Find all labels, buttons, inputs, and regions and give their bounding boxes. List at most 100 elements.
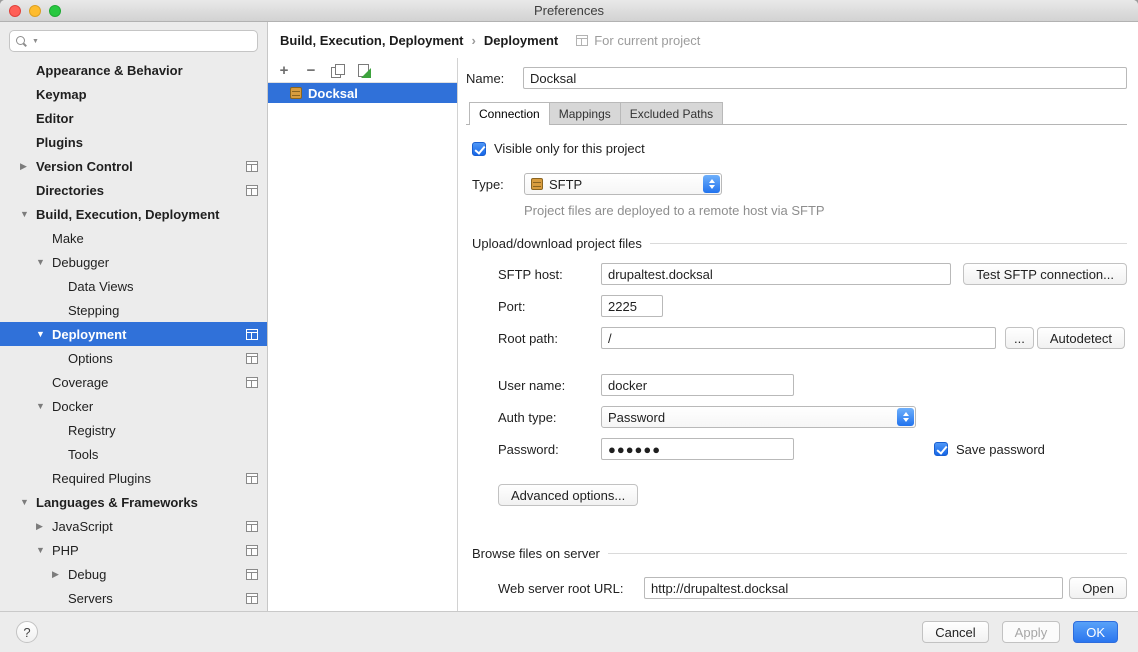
sidebar-item-coverage[interactable]: Coverage [0, 370, 267, 394]
sidebar-item-tools[interactable]: Tools [0, 442, 267, 466]
add-icon[interactable]: + [276, 62, 292, 78]
port-input[interactable] [601, 295, 663, 317]
password-label: Password: [498, 442, 601, 457]
sidebar-item-docker[interactable]: ▼Docker [0, 394, 267, 418]
sidebar-item-options[interactable]: Options [0, 346, 267, 370]
sidebar-item-label: Registry [68, 423, 258, 438]
tab-connection[interactable]: Connection [469, 102, 550, 124]
close-button[interactable] [9, 5, 21, 17]
sidebar-item-php[interactable]: ▼PHP [0, 538, 267, 562]
remove-icon[interactable]: − [303, 62, 319, 78]
browse-section-header: Browse files on server [472, 546, 1127, 561]
open-button[interactable]: Open [1069, 577, 1127, 599]
traffic-lights [9, 5, 61, 17]
search-menu-chevron-icon[interactable]: ▼ [32, 38, 39, 45]
breadcrumb-segment[interactable]: Deployment [484, 33, 558, 48]
breadcrumb-header: Build, Execution, Deployment›Deployment … [268, 22, 1138, 58]
type-dropdown[interactable]: SFTP [524, 173, 722, 195]
sidebar-item-make[interactable]: Make [0, 226, 267, 250]
web-root-label: Web server root URL: [498, 581, 644, 596]
server-icon [290, 87, 302, 99]
minimize-button[interactable] [29, 5, 41, 17]
type-hint: Project files are deployed to a remote h… [524, 203, 1127, 218]
search-input[interactable]: ▼ [9, 30, 258, 52]
upload-section-label: Upload/download project files [472, 236, 642, 251]
current-project-icon [246, 185, 258, 196]
chevron-right-icon[interactable]: ▶ [20, 161, 36, 172]
cancel-button[interactable]: Cancel [922, 621, 988, 643]
chevron-right-icon[interactable]: ▶ [36, 521, 52, 532]
sidebar-item-servers[interactable]: Servers [0, 586, 267, 610]
browse-root-button[interactable]: ... [1005, 327, 1034, 349]
help-button[interactable]: ? [16, 621, 38, 643]
titlebar: Preferences [0, 0, 1138, 22]
connection-tab-panel: Visible only for this project Type: SFTP… [466, 125, 1127, 599]
chevron-down-icon[interactable]: ▼ [20, 209, 36, 219]
sftp-host-input[interactable] [601, 263, 951, 285]
chevron-down-icon[interactable]: ▼ [20, 497, 36, 507]
sidebar-item-label: Data Views [68, 279, 258, 294]
chevron-right-icon[interactable]: ▶ [52, 569, 68, 580]
section-divider [608, 553, 1127, 554]
zoom-button[interactable] [49, 5, 61, 17]
breadcrumb: Build, Execution, Deployment›Deployment [280, 33, 558, 48]
sidebar-item-label: Docker [52, 399, 258, 414]
list-item-docksal[interactable]: Docksal [268, 83, 457, 103]
sidebar-item-label: Build, Execution, Deployment [36, 207, 258, 222]
copy-icon[interactable] [330, 63, 345, 78]
auth-type-dropdown[interactable]: Password [601, 406, 916, 428]
chevron-down-icon[interactable]: ▼ [36, 329, 52, 339]
sidebar-item-required-plugins[interactable]: Required Plugins [0, 466, 267, 490]
sidebar-item-data-views[interactable]: Data Views [0, 274, 267, 298]
root-path-input[interactable] [601, 327, 996, 349]
test-sftp-connection-button[interactable]: Test SFTP connection... [963, 263, 1127, 285]
breadcrumb-segment[interactable]: Build, Execution, Deployment [280, 33, 463, 48]
chevron-down-icon[interactable]: ▼ [36, 257, 52, 267]
sidebar-item-label: Languages & Frameworks [36, 495, 258, 510]
chevron-down-icon[interactable]: ▼ [36, 545, 52, 555]
sidebar-item-label: Debugger [52, 255, 258, 270]
name-input[interactable] [523, 67, 1127, 89]
sidebar-item-label: Coverage [52, 375, 246, 390]
sidebar-item-label: Tools [68, 447, 258, 462]
sidebar-item-appearance-behavior[interactable]: Appearance & Behavior [0, 58, 267, 82]
list-toolbar: +− [268, 58, 457, 83]
sidebar-item-deployment[interactable]: ▼Deployment [0, 322, 267, 346]
tab-mappings[interactable]: Mappings [549, 102, 621, 124]
sidebar-item-plugins[interactable]: Plugins [0, 130, 267, 154]
sidebar-item-version-control[interactable]: ▶Version Control [0, 154, 267, 178]
web-root-input[interactable] [644, 577, 1063, 599]
sidebar-item-keymap[interactable]: Keymap [0, 82, 267, 106]
tab-excluded-paths[interactable]: Excluded Paths [620, 102, 723, 124]
sidebar-item-directories[interactable]: Directories [0, 178, 267, 202]
sidebar-item-build-execution-deployment[interactable]: ▼Build, Execution, Deployment [0, 202, 267, 226]
sidebar-item-debugger[interactable]: ▼Debugger [0, 250, 267, 274]
ok-button[interactable]: OK [1073, 621, 1118, 643]
password-input[interactable] [601, 438, 794, 460]
import-icon[interactable] [356, 63, 371, 78]
user-name-input[interactable] [601, 374, 794, 396]
sidebar-item-registry[interactable]: Registry [0, 418, 267, 442]
save-password-checkbox[interactable] [934, 442, 948, 456]
sidebar-item-javascript[interactable]: ▶JavaScript [0, 514, 267, 538]
sidebar-item-label: Plugins [36, 135, 258, 150]
browse-section-label: Browse files on server [472, 546, 600, 561]
current-project-icon [246, 545, 258, 556]
current-project-icon [246, 377, 258, 388]
chevron-down-icon[interactable]: ▼ [36, 401, 52, 411]
sidebar-item-languages-frameworks[interactable]: ▼Languages & Frameworks [0, 490, 267, 514]
sidebar-item-stepping[interactable]: Stepping [0, 298, 267, 322]
preferences-window: Preferences ▼ Appearance & Behavior Keyma… [0, 0, 1138, 652]
type-label: Type: [472, 177, 524, 192]
sidebar-item-label: Appearance & Behavior [36, 63, 258, 78]
advanced-options-button[interactable]: Advanced options... [498, 484, 638, 506]
dialog-footer: ? Cancel Apply OK [0, 611, 1138, 652]
sidebar-item-debug[interactable]: ▶Debug [0, 562, 267, 586]
root-path-label: Root path: [498, 331, 601, 346]
autodetect-button[interactable]: Autodetect [1037, 327, 1125, 349]
apply-button[interactable]: Apply [1002, 621, 1061, 643]
sidebar-item-editor[interactable]: Editor [0, 106, 267, 130]
sidebar-item-label: Stepping [68, 303, 258, 318]
visible-only-checkbox[interactable] [472, 142, 486, 156]
current-project-icon [246, 161, 258, 172]
